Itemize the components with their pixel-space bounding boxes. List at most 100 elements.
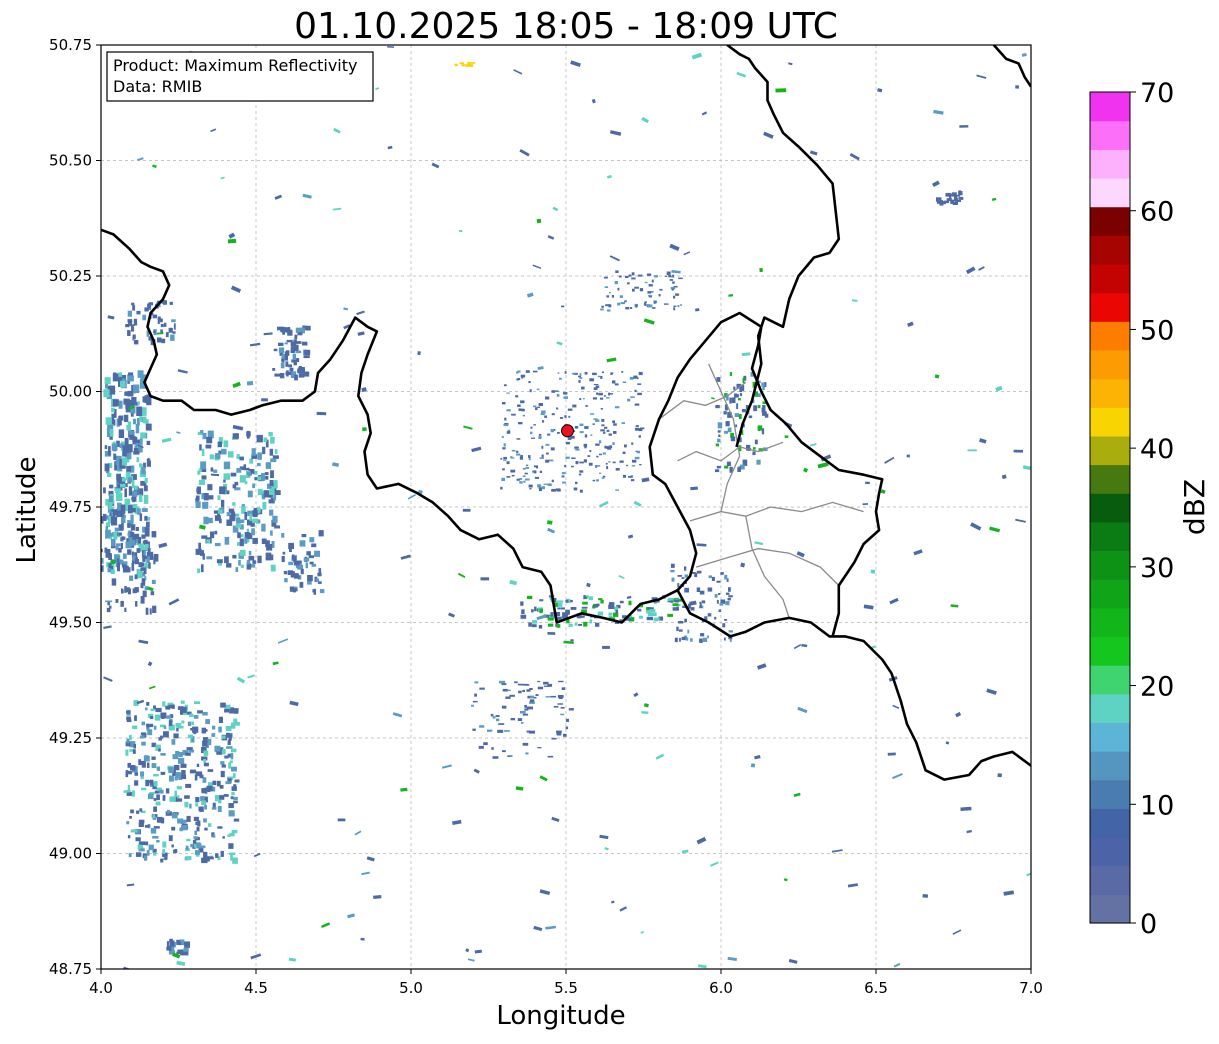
echo-pixel	[244, 511, 248, 520]
echo-pixel	[520, 400, 525, 404]
echo-pixel	[174, 790, 177, 797]
echo-pixel	[672, 603, 679, 607]
echo-pixel	[201, 801, 207, 806]
echo-pixel	[541, 410, 546, 414]
echo-pixel	[601, 305, 604, 308]
echo-pixel	[676, 606, 679, 611]
echo-pixel	[105, 417, 112, 425]
echo-pixel	[676, 626, 679, 632]
echo-pixel	[105, 600, 113, 603]
echo-pixel	[650, 291, 654, 293]
echo-pixel	[696, 570, 702, 574]
echo-pixel	[533, 424, 536, 426]
echo-pixel	[675, 597, 680, 600]
echo-pixel	[648, 284, 653, 287]
echo-pixel	[244, 481, 248, 485]
echo-pixel	[458, 229, 463, 233]
colorbar-segment	[1090, 607, 1130, 638]
echo-pixel	[752, 451, 756, 456]
echo-pixel	[231, 786, 237, 791]
echo-pixel	[252, 518, 259, 523]
echo-pixel	[623, 474, 626, 478]
echo-pixel	[301, 341, 308, 346]
echo-pixel	[547, 617, 554, 621]
echo-pixel	[560, 305, 565, 308]
echo-pixel	[474, 681, 479, 684]
echo-pixel	[121, 457, 127, 466]
echo-pixel	[169, 796, 176, 802]
echo-pixel	[716, 465, 721, 469]
echo-pixel	[284, 342, 288, 345]
echo-pixel	[251, 448, 256, 456]
echo-pixel	[579, 431, 584, 434]
radar-site-marker[interactable]	[561, 424, 574, 438]
echo-pixel	[547, 484, 552, 486]
echo-pixel	[226, 563, 232, 568]
echo-pixel	[684, 566, 687, 571]
echo-pixel	[664, 275, 667, 277]
echo-pixel	[528, 455, 531, 458]
colorbar	[1089, 91, 1131, 924]
echo-pixel	[635, 304, 638, 308]
echo-pixel	[534, 476, 540, 479]
echo-pixel	[270, 530, 273, 536]
echo-pixel	[161, 714, 165, 719]
echo-pixel	[149, 608, 152, 615]
echo-pixel	[130, 514, 134, 524]
echo-pixel	[155, 707, 162, 713]
echo-pixel	[611, 295, 614, 298]
echo-pixel	[105, 526, 108, 531]
echo-pixel	[517, 683, 529, 686]
echo-pixel	[195, 495, 200, 501]
echo-pixel	[111, 539, 115, 547]
x-tick-label: 4.0	[89, 979, 113, 997]
echo-pixel	[169, 940, 175, 947]
echo-pixel	[246, 380, 254, 386]
echo-pixel	[239, 549, 246, 556]
echo-pixel	[525, 752, 529, 755]
colorbar-segment	[1090, 177, 1130, 208]
echo-pixel	[239, 456, 244, 461]
echo-pixel	[959, 125, 969, 128]
colorbar-tick-label: 10	[1140, 790, 1174, 821]
echo-pixel	[129, 575, 134, 581]
echo-pixel	[480, 577, 490, 581]
echo-pixel	[109, 484, 114, 489]
echo-pixel	[211, 733, 216, 737]
echo-pixel	[281, 533, 285, 538]
echo-pixel	[124, 607, 127, 612]
echo-pixel	[750, 763, 756, 768]
echo-pixel	[462, 508, 471, 512]
echo-pixel	[568, 415, 571, 418]
echo-pixel	[131, 326, 135, 332]
echo-pixel	[519, 481, 523, 484]
echo-pixel	[136, 310, 141, 315]
echo-pixel	[631, 465, 636, 467]
echo-pixel	[130, 524, 136, 531]
echo-pixel	[551, 737, 557, 740]
echo-pixel	[604, 286, 609, 288]
echo-pixel	[672, 281, 675, 284]
echo-pixel	[556, 407, 559, 410]
echo-pixel	[148, 562, 151, 569]
y-tick-label: 49.00	[49, 845, 92, 863]
echo-pixel	[528, 730, 535, 734]
echo-pixel	[560, 707, 565, 709]
colorbar-segment	[1090, 808, 1130, 838]
echo-pixel	[124, 391, 131, 396]
echo-pixel	[948, 193, 953, 197]
echo-pixel	[168, 720, 173, 726]
echo-pixel	[609, 291, 611, 294]
echo-pixel	[144, 477, 148, 483]
echo-pixel	[626, 464, 629, 467]
echo-pixel	[110, 559, 116, 565]
echo-pixel	[127, 421, 132, 431]
echo-pixel	[274, 373, 281, 377]
echo-pixel	[291, 554, 295, 560]
echo-pixel	[516, 438, 521, 440]
echo-pixel	[648, 607, 654, 610]
echo-pixel	[96, 546, 101, 551]
echo-pixel	[270, 564, 276, 572]
echo-pixel	[176, 786, 182, 790]
echo-pixel	[116, 558, 120, 562]
